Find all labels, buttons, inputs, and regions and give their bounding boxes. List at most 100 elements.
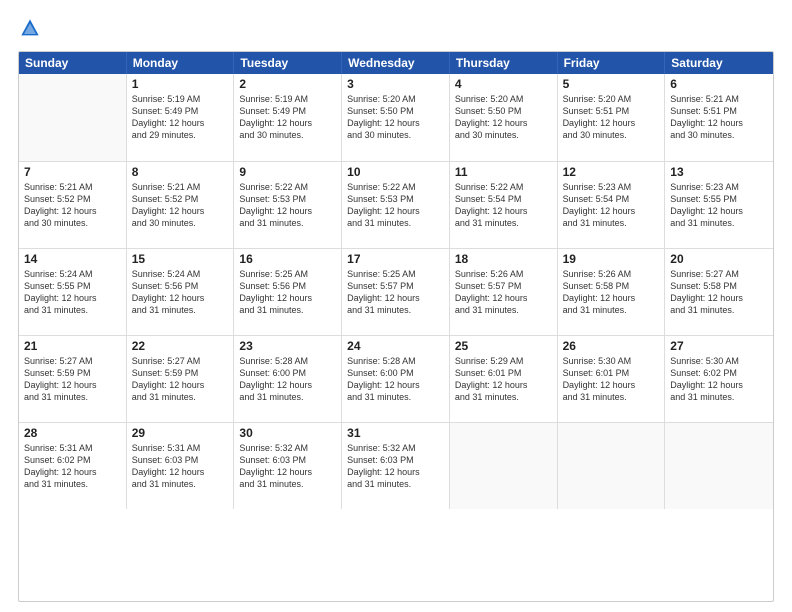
day-number: 13 [670, 165, 768, 179]
day-info: Sunrise: 5:27 AM Sunset: 5:59 PM Dayligh… [24, 355, 121, 404]
day-info: Sunrise: 5:24 AM Sunset: 5:56 PM Dayligh… [132, 268, 229, 317]
day-number: 9 [239, 165, 336, 179]
calendar-body: 1Sunrise: 5:19 AM Sunset: 5:49 PM Daylig… [19, 74, 773, 509]
header-day-friday: Friday [558, 52, 666, 74]
week-row-3: 14Sunrise: 5:24 AM Sunset: 5:55 PM Dayli… [19, 248, 773, 335]
day-info: Sunrise: 5:22 AM Sunset: 5:53 PM Dayligh… [347, 181, 444, 230]
day-cell-27: 27 Sunrise: 5:30 AM Sunset: 6:02 PM Dayli… [665, 336, 773, 422]
day-number: 20 [670, 252, 768, 266]
empty-cell-0-0 [19, 74, 127, 161]
day-info: Sunrise: 5:25 AM Sunset: 5:57 PM Dayligh… [347, 268, 444, 317]
day-cell-19: 19Sunrise: 5:26 AM Sunset: 5:58 PM Dayli… [558, 249, 666, 335]
day-info: Sunrise: 5:22 AM Sunset: 5:53 PM Dayligh… [239, 181, 336, 230]
day-number: 8 [132, 165, 229, 179]
day-number: 11 [455, 165, 552, 179]
day-cell-22: 22 Sunrise: 5:27 AM Sunset: 5:59 PM Dayli… [127, 336, 235, 422]
day-cell-2: 2Sunrise: 5:19 AM Sunset: 5:49 PM Daylig… [234, 74, 342, 161]
header-day-monday: Monday [127, 52, 235, 74]
day-info: Sunrise: 5:27 AM Sunset: 5:59 PM Dayligh… [132, 355, 229, 404]
day-cell-20: 20 Sunrise: 5:27 AM Sunset: 5:58 PM Dayli… [665, 249, 773, 335]
day-info: Sunrise: 5:25 AM Sunset: 5:56 PM Dayligh… [239, 268, 336, 317]
day-info: Sunrise: 5:21 AM Sunset: 5:51 PM Dayligh… [670, 93, 768, 142]
day-cell-21: 21Sunrise: 5:27 AM Sunset: 5:59 PM Dayli… [19, 336, 127, 422]
day-cell-26: 26 Sunrise: 5:30 AM Sunset: 6:01 PM Dayli… [558, 336, 666, 422]
day-number: 12 [563, 165, 660, 179]
day-cell-30: 30 Sunrise: 5:32 AM Sunset: 6:03 PM Dayli… [234, 423, 342, 509]
day-info: Sunrise: 5:29 AM Sunset: 6:01 PM Dayligh… [455, 355, 552, 404]
page: SundayMondayTuesdayWednesdayThursdayFrid… [0, 0, 792, 612]
day-cell-23: 23 Sunrise: 5:28 AM Sunset: 6:00 PM Dayli… [234, 336, 342, 422]
day-number: 19 [563, 252, 660, 266]
day-cell-9: 9 Sunrise: 5:22 AM Sunset: 5:53 PM Daylig… [234, 162, 342, 248]
day-number: 22 [132, 339, 229, 353]
day-number: 31 [347, 426, 444, 440]
day-number: 4 [455, 77, 552, 91]
day-number: 25 [455, 339, 552, 353]
week-row-1: 1Sunrise: 5:19 AM Sunset: 5:49 PM Daylig… [19, 74, 773, 161]
week-row-2: 7Sunrise: 5:21 AM Sunset: 5:52 PM Daylig… [19, 161, 773, 248]
day-cell-25: 25 Sunrise: 5:29 AM Sunset: 6:01 PM Dayli… [450, 336, 558, 422]
day-cell-14: 14Sunrise: 5:24 AM Sunset: 5:55 PM Dayli… [19, 249, 127, 335]
day-info: Sunrise: 5:23 AM Sunset: 5:55 PM Dayligh… [670, 181, 768, 230]
day-info: Sunrise: 5:20 AM Sunset: 5:50 PM Dayligh… [455, 93, 552, 142]
day-cell-5: 5 Sunrise: 5:20 AM Sunset: 5:51 PM Daylig… [558, 74, 666, 161]
day-cell-8: 8 Sunrise: 5:21 AM Sunset: 5:52 PM Daylig… [127, 162, 235, 248]
header-day-tuesday: Tuesday [234, 52, 342, 74]
day-info: Sunrise: 5:28 AM Sunset: 6:00 PM Dayligh… [239, 355, 336, 404]
day-number: 23 [239, 339, 336, 353]
day-info: Sunrise: 5:28 AM Sunset: 6:00 PM Dayligh… [347, 355, 444, 404]
logo [18, 18, 40, 43]
day-number: 28 [24, 426, 121, 440]
day-cell-17: 17Sunrise: 5:25 AM Sunset: 5:57 PM Dayli… [342, 249, 450, 335]
day-number: 15 [132, 252, 229, 266]
day-cell-7: 7Sunrise: 5:21 AM Sunset: 5:52 PM Daylig… [19, 162, 127, 248]
calendar: SundayMondayTuesdayWednesdayThursdayFrid… [18, 51, 774, 602]
day-info: Sunrise: 5:26 AM Sunset: 5:57 PM Dayligh… [455, 268, 552, 317]
day-cell-15: 15 Sunrise: 5:24 AM Sunset: 5:56 PM Dayli… [127, 249, 235, 335]
day-number: 3 [347, 77, 444, 91]
day-number: 24 [347, 339, 444, 353]
calendar-header: SundayMondayTuesdayWednesdayThursdayFrid… [19, 52, 773, 74]
day-number: 6 [670, 77, 768, 91]
day-info: Sunrise: 5:21 AM Sunset: 5:52 PM Dayligh… [132, 181, 229, 230]
day-cell-31: 31 Sunrise: 5:32 AM Sunset: 6:03 PM Dayli… [342, 423, 450, 509]
day-number: 18 [455, 252, 552, 266]
day-number: 29 [132, 426, 229, 440]
day-number: 27 [670, 339, 768, 353]
day-cell-1: 1Sunrise: 5:19 AM Sunset: 5:49 PM Daylig… [127, 74, 235, 161]
day-cell-18: 18 Sunrise: 5:26 AM Sunset: 5:57 PM Dayli… [450, 249, 558, 335]
day-number: 14 [24, 252, 121, 266]
header-day-saturday: Saturday [665, 52, 773, 74]
day-number: 26 [563, 339, 660, 353]
day-number: 2 [239, 77, 336, 91]
empty-cell-4-6 [665, 423, 773, 509]
header [18, 18, 774, 43]
day-cell-10: 10 Sunrise: 5:22 AM Sunset: 5:53 PM Dayli… [342, 162, 450, 248]
day-cell-13: 13 Sunrise: 5:23 AM Sunset: 5:55 PM Dayli… [665, 162, 773, 248]
header-day-sunday: Sunday [19, 52, 127, 74]
day-number: 1 [132, 77, 229, 91]
day-cell-12: 12Sunrise: 5:23 AM Sunset: 5:54 PM Dayli… [558, 162, 666, 248]
day-info: Sunrise: 5:32 AM Sunset: 6:03 PM Dayligh… [347, 442, 444, 491]
header-day-thursday: Thursday [450, 52, 558, 74]
day-info: Sunrise: 5:30 AM Sunset: 6:01 PM Dayligh… [563, 355, 660, 404]
day-info: Sunrise: 5:32 AM Sunset: 6:03 PM Dayligh… [239, 442, 336, 491]
day-info: Sunrise: 5:20 AM Sunset: 5:50 PM Dayligh… [347, 93, 444, 142]
day-number: 5 [563, 77, 660, 91]
week-row-4: 21Sunrise: 5:27 AM Sunset: 5:59 PM Dayli… [19, 335, 773, 422]
day-info: Sunrise: 5:31 AM Sunset: 6:02 PM Dayligh… [24, 442, 121, 491]
week-row-5: 28 Sunrise: 5:31 AM Sunset: 6:02 PM Dayli… [19, 422, 773, 509]
logo-icon [20, 18, 40, 38]
day-info: Sunrise: 5:20 AM Sunset: 5:51 PM Dayligh… [563, 93, 660, 142]
day-info: Sunrise: 5:27 AM Sunset: 5:58 PM Dayligh… [670, 268, 768, 317]
day-info: Sunrise: 5:30 AM Sunset: 6:02 PM Dayligh… [670, 355, 768, 404]
day-number: 30 [239, 426, 336, 440]
day-cell-4: 4 Sunrise: 5:20 AM Sunset: 5:50 PM Daylig… [450, 74, 558, 161]
day-number: 10 [347, 165, 444, 179]
day-cell-28: 28 Sunrise: 5:31 AM Sunset: 6:02 PM Dayli… [19, 423, 127, 509]
day-cell-6: 6 Sunrise: 5:21 AM Sunset: 5:51 PM Daylig… [665, 74, 773, 161]
day-info: Sunrise: 5:22 AM Sunset: 5:54 PM Dayligh… [455, 181, 552, 230]
day-cell-11: 11 Sunrise: 5:22 AM Sunset: 5:54 PM Dayli… [450, 162, 558, 248]
empty-cell-4-4 [450, 423, 558, 509]
empty-cell-4-5 [558, 423, 666, 509]
